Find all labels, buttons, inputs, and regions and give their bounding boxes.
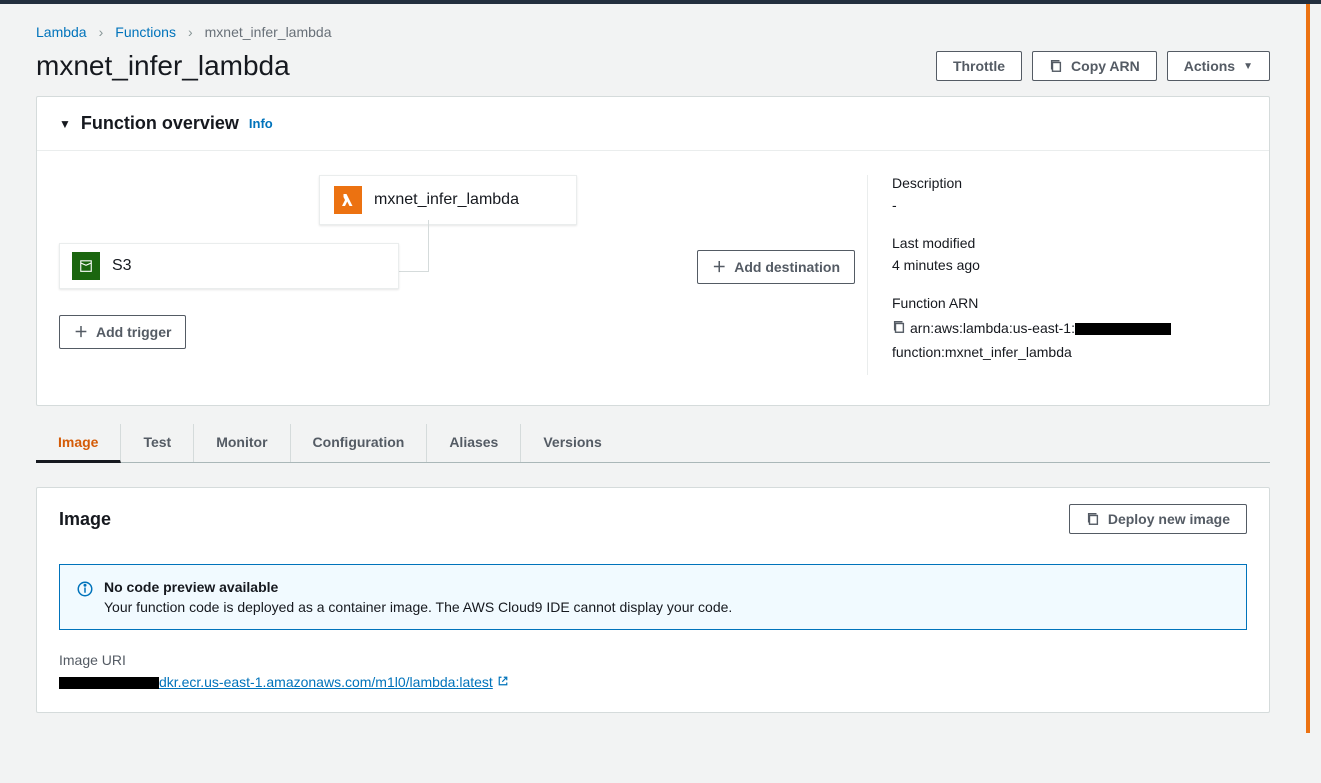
info-icon [76, 580, 94, 598]
throttle-button[interactable]: Throttle [936, 51, 1022, 81]
breadcrumb-link-lambda[interactable]: Lambda [36, 24, 87, 40]
image-uri-label: Image URI [59, 652, 1247, 668]
function-node-label: mxnet_infer_lambda [374, 191, 519, 209]
chevron-right-icon: › [188, 24, 193, 40]
image-panel: Image Deploy new image No code preview a… [36, 487, 1270, 713]
breadcrumb-current: mxnet_infer_lambda [205, 24, 332, 40]
arn-label: Function ARN [892, 295, 1247, 311]
tab-aliases[interactable]: Aliases [427, 424, 521, 462]
s3-icon [72, 252, 100, 280]
info-notice: No code preview available Your function … [59, 564, 1247, 630]
tabs: Image Test Monitor Configuration Aliases… [36, 424, 1270, 463]
plus-icon: ＋ [712, 257, 726, 277]
breadcrumb: Lambda › Functions › mxnet_infer_lambda [36, 24, 1270, 40]
tab-image[interactable]: Image [36, 424, 121, 463]
collapse-caret-icon[interactable]: ▼ [59, 117, 71, 131]
trigger-node-label: S3 [112, 257, 132, 275]
graph-connector [399, 220, 429, 272]
copy-icon [1049, 59, 1063, 73]
function-graph: mxnet_infer_lambda S3 ＋ Add trigger [59, 175, 855, 375]
tab-versions[interactable]: Versions [521, 424, 623, 462]
deploy-new-image-button[interactable]: Deploy new image [1069, 504, 1247, 534]
image-uri-link[interactable]: dkr.ecr.us-east-1.amazonaws.com/m1l0/lam… [159, 674, 509, 690]
tab-monitor[interactable]: Monitor [194, 424, 290, 462]
description-value: - [892, 197, 1247, 213]
overview-title: Function overview [81, 113, 239, 134]
redacted-text [59, 677, 159, 689]
last-modified-label: Last modified [892, 235, 1247, 251]
last-modified-value: 4 minutes ago [892, 257, 1247, 273]
function-overview-panel: ▼ Function overview Info mxnet_infer_lam… [36, 96, 1270, 406]
copy-arn-button[interactable]: Copy ARN [1032, 51, 1157, 81]
tab-test[interactable]: Test [121, 424, 194, 462]
copy-icon [1086, 512, 1100, 526]
description-label: Description [892, 175, 1247, 191]
add-destination-button[interactable]: ＋ Add destination [697, 250, 855, 284]
external-link-icon [497, 675, 509, 687]
notice-text: Your function code is deployed as a cont… [104, 599, 732, 615]
tab-configuration[interactable]: Configuration [291, 424, 428, 462]
copy-icon[interactable] [892, 320, 906, 334]
arn-value: arn:aws:lambda:us-east-1:function:mxnet_… [892, 317, 1247, 365]
actions-button[interactable]: Actions ▼ [1167, 51, 1270, 81]
chevron-right-icon: › [99, 24, 104, 40]
overview-meta: Description - Last modified 4 minutes ag… [867, 175, 1247, 375]
trigger-node-s3[interactable]: S3 [59, 243, 399, 289]
redacted-text [1075, 323, 1171, 335]
plus-icon: ＋ [74, 322, 88, 342]
add-trigger-button[interactable]: ＋ Add trigger [59, 315, 186, 349]
notice-title: No code preview available [104, 579, 732, 595]
function-node[interactable]: mxnet_infer_lambda [319, 175, 577, 225]
image-panel-title: Image [59, 509, 111, 530]
breadcrumb-link-functions[interactable]: Functions [115, 24, 176, 40]
page-title: mxnet_infer_lambda [36, 50, 290, 82]
info-link[interactable]: Info [249, 116, 273, 131]
lambda-icon [334, 186, 362, 214]
chevron-down-icon: ▼ [1243, 61, 1253, 72]
image-uri-value: dkr.ecr.us-east-1.amazonaws.com/m1l0/lam… [59, 674, 1247, 690]
